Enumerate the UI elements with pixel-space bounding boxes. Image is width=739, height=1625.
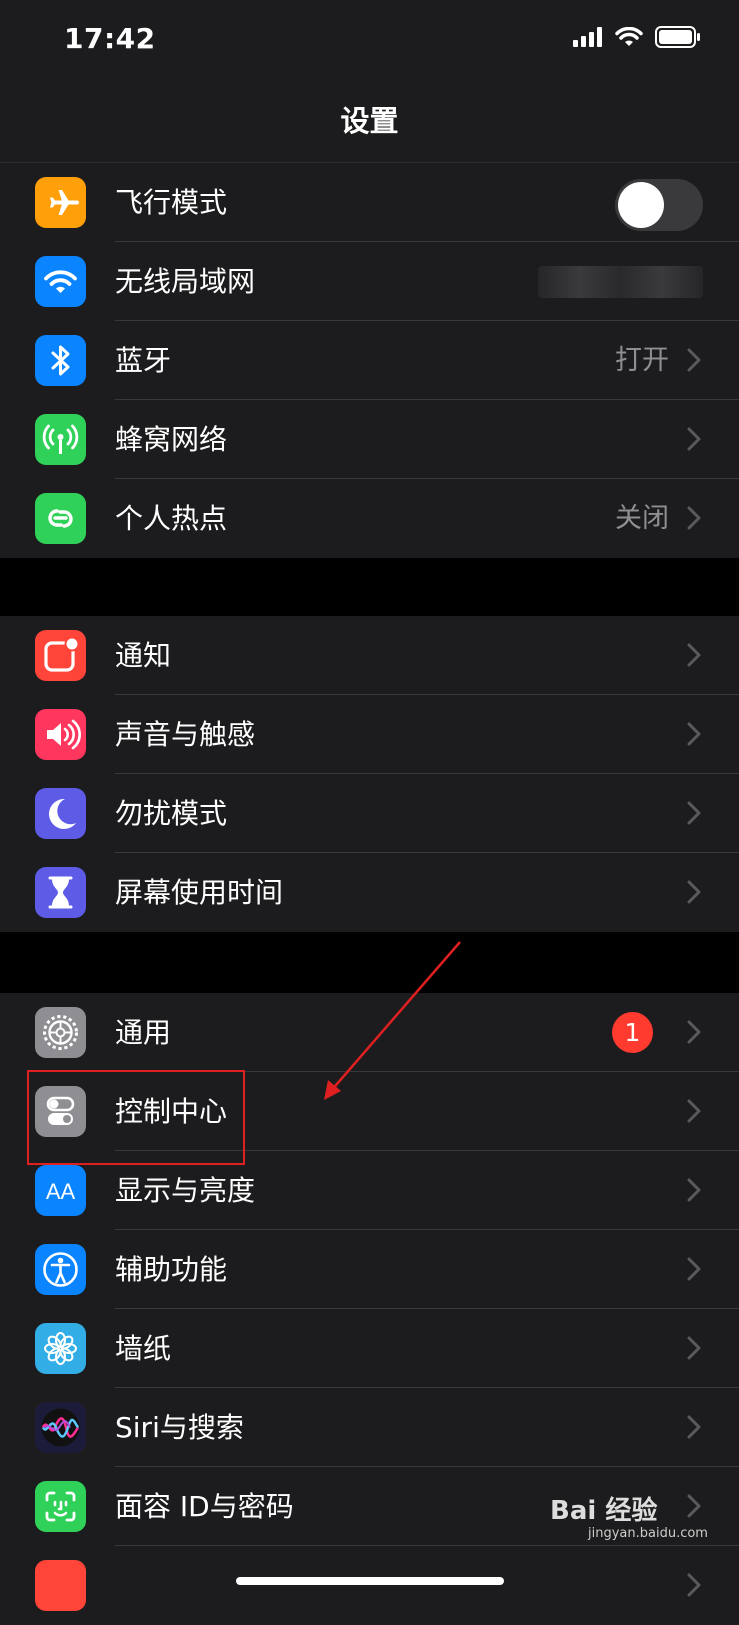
annotation-arrow (324, 941, 461, 1100)
watermark: Bai 经验 (550, 1496, 658, 1526)
home-indicator[interactable] (236, 1577, 504, 1585)
watermark-url: jingyan.baidu.com (588, 1526, 708, 1541)
